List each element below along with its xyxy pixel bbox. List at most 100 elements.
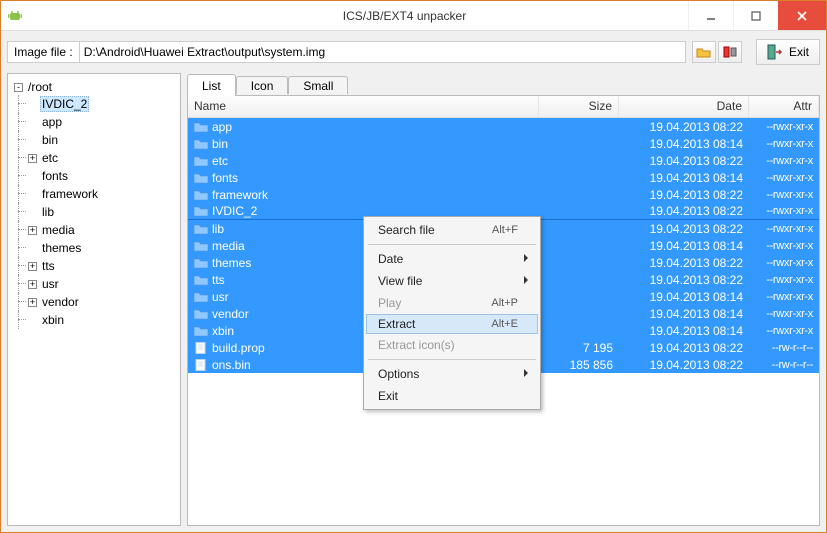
list-row[interactable]: bin19.04.2013 08:14--rwxr-xr-x (188, 135, 819, 152)
row-name: themes (212, 256, 251, 270)
expand-icon[interactable]: + (28, 262, 37, 271)
context-menu[interactable]: Search fileAlt+FDateView filePlayAlt+PEx… (363, 216, 541, 410)
view-tabs: ListIconSmall (187, 74, 820, 96)
tree-item-label: bin (40, 133, 60, 147)
menu-item-options[interactable]: Options (366, 363, 538, 385)
menu-item-label: Exit (378, 389, 398, 403)
menu-item-extract-icon-s-: Extract icon(s) (366, 334, 538, 356)
tree-item[interactable]: xbin (28, 311, 180, 329)
column-attr[interactable]: Attr (749, 96, 819, 117)
row-size (539, 274, 619, 286)
tree-item[interactable]: +usr (28, 275, 180, 293)
expand-icon[interactable]: + (28, 298, 37, 307)
menu-item-shortcut: Alt+F (492, 224, 518, 236)
list-row[interactable]: app19.04.2013 08:22--rwxr-xr-x (188, 118, 819, 135)
column-name[interactable]: Name (188, 96, 539, 117)
tree-item[interactable]: lib (28, 203, 180, 221)
folder-icon (194, 325, 208, 337)
row-attr: --rwxr-xr-x (749, 189, 819, 201)
row-attr: --rwxr-xr-x (749, 291, 819, 303)
tree-item[interactable]: IVDIC_2 (28, 95, 180, 113)
menu-item-label: Play (378, 296, 401, 310)
menu-item-exit[interactable]: Exit (366, 385, 538, 407)
tree-item[interactable]: framework (28, 185, 180, 203)
tree-root[interactable]: -/root IVDIC_2appbin+etcfontsframeworkli… (14, 78, 180, 330)
menu-item-label: Options (378, 367, 419, 381)
tree-item[interactable]: +vendor (28, 293, 180, 311)
folder-icon (194, 223, 208, 235)
maximize-button[interactable] (733, 1, 778, 30)
row-size (539, 189, 619, 201)
menu-separator (368, 359, 536, 360)
folder-icon (194, 172, 208, 184)
expand-icon[interactable]: + (28, 154, 37, 163)
tab-list[interactable]: List (187, 74, 236, 96)
row-name: media (212, 239, 245, 253)
row-attr: --rwxr-xr-x (749, 257, 819, 269)
tree-item-label: app (40, 115, 64, 129)
tree-item[interactable]: bin (28, 131, 180, 149)
titlebar: ICS/JB/EXT4 unpacker (1, 1, 826, 31)
row-size (539, 172, 619, 184)
tree-item[interactable]: fonts (28, 167, 180, 185)
expand-icon[interactable]: + (28, 280, 37, 289)
folder-icon (194, 240, 208, 252)
exit-button[interactable]: Exit (756, 39, 820, 65)
menu-separator (368, 244, 536, 245)
list-row[interactable]: etc19.04.2013 08:22--rwxr-xr-x (188, 152, 819, 169)
minimize-button[interactable] (688, 1, 733, 30)
tree-item[interactable]: +media (28, 221, 180, 239)
menu-item-date[interactable]: Date (366, 248, 538, 270)
file-icon (194, 359, 208, 371)
row-size (539, 155, 619, 167)
row-size: 185 856 (539, 358, 619, 372)
row-attr: --rwxr-xr-x (749, 205, 819, 217)
tree-item[interactable]: app (28, 113, 180, 131)
list-header[interactable]: Name Size Date Attr (188, 96, 819, 118)
tab-small[interactable]: Small (288, 76, 348, 94)
submenu-arrow-icon (524, 369, 532, 377)
row-date: 19.04.2013 08:14 (619, 324, 749, 338)
row-date: 19.04.2013 08:22 (619, 256, 749, 270)
row-date: 19.04.2013 08:22 (619, 273, 749, 287)
folder-icon (194, 257, 208, 269)
tree-item[interactable]: +etc (28, 149, 180, 167)
row-date: 19.04.2013 08:22 (619, 341, 749, 355)
collapse-icon[interactable]: - (14, 83, 23, 92)
tree-item[interactable]: +tts (28, 257, 180, 275)
folder-icon (194, 155, 208, 167)
row-attr: --rwxr-xr-x (749, 172, 819, 184)
folder-icon (194, 308, 208, 320)
folder-icon (194, 189, 208, 201)
image-file-path-field[interactable]: D:\Android\Huawei Extract\output\system.… (80, 41, 686, 63)
row-name: IVDIC_2 (212, 204, 257, 218)
tree-item[interactable]: themes (28, 239, 180, 257)
expand-icon[interactable]: + (28, 226, 37, 235)
menu-item-extract[interactable]: ExtractAlt+E (366, 314, 538, 334)
row-attr: --rwxr-xr-x (749, 121, 819, 133)
tab-icon[interactable]: Icon (236, 76, 289, 94)
row-attr: --rwxr-xr-x (749, 223, 819, 235)
column-size[interactable]: Size (539, 96, 619, 117)
folder-icon (194, 121, 208, 133)
open-file-button[interactable] (692, 41, 716, 63)
tree-item-label: lib (40, 205, 56, 219)
folder-tree[interactable]: -/root IVDIC_2appbin+etcfontsframeworkli… (7, 73, 181, 526)
column-date[interactable]: Date (619, 96, 749, 117)
row-date: 19.04.2013 08:14 (619, 290, 749, 304)
menu-item-search-file[interactable]: Search fileAlt+F (366, 219, 538, 241)
tree-item-label: fonts (40, 169, 70, 183)
menu-item-view-file[interactable]: View file (366, 270, 538, 292)
close-button[interactable] (778, 1, 826, 30)
row-date: 19.04.2013 08:22 (619, 154, 749, 168)
row-name: app (212, 120, 232, 134)
list-row[interactable]: fonts19.04.2013 08:14--rwxr-xr-x (188, 169, 819, 186)
row-date: 19.04.2013 08:14 (619, 307, 749, 321)
settings-button[interactable] (718, 41, 742, 63)
row-date: 19.04.2013 08:14 (619, 171, 749, 185)
row-name: framework (212, 188, 268, 202)
row-attr: --rwxr-xr-x (749, 155, 819, 167)
exit-door-icon (767, 44, 783, 60)
row-attr: --rwxr-xr-x (749, 240, 819, 252)
list-row[interactable]: framework19.04.2013 08:22--rwxr-xr-x (188, 186, 819, 203)
